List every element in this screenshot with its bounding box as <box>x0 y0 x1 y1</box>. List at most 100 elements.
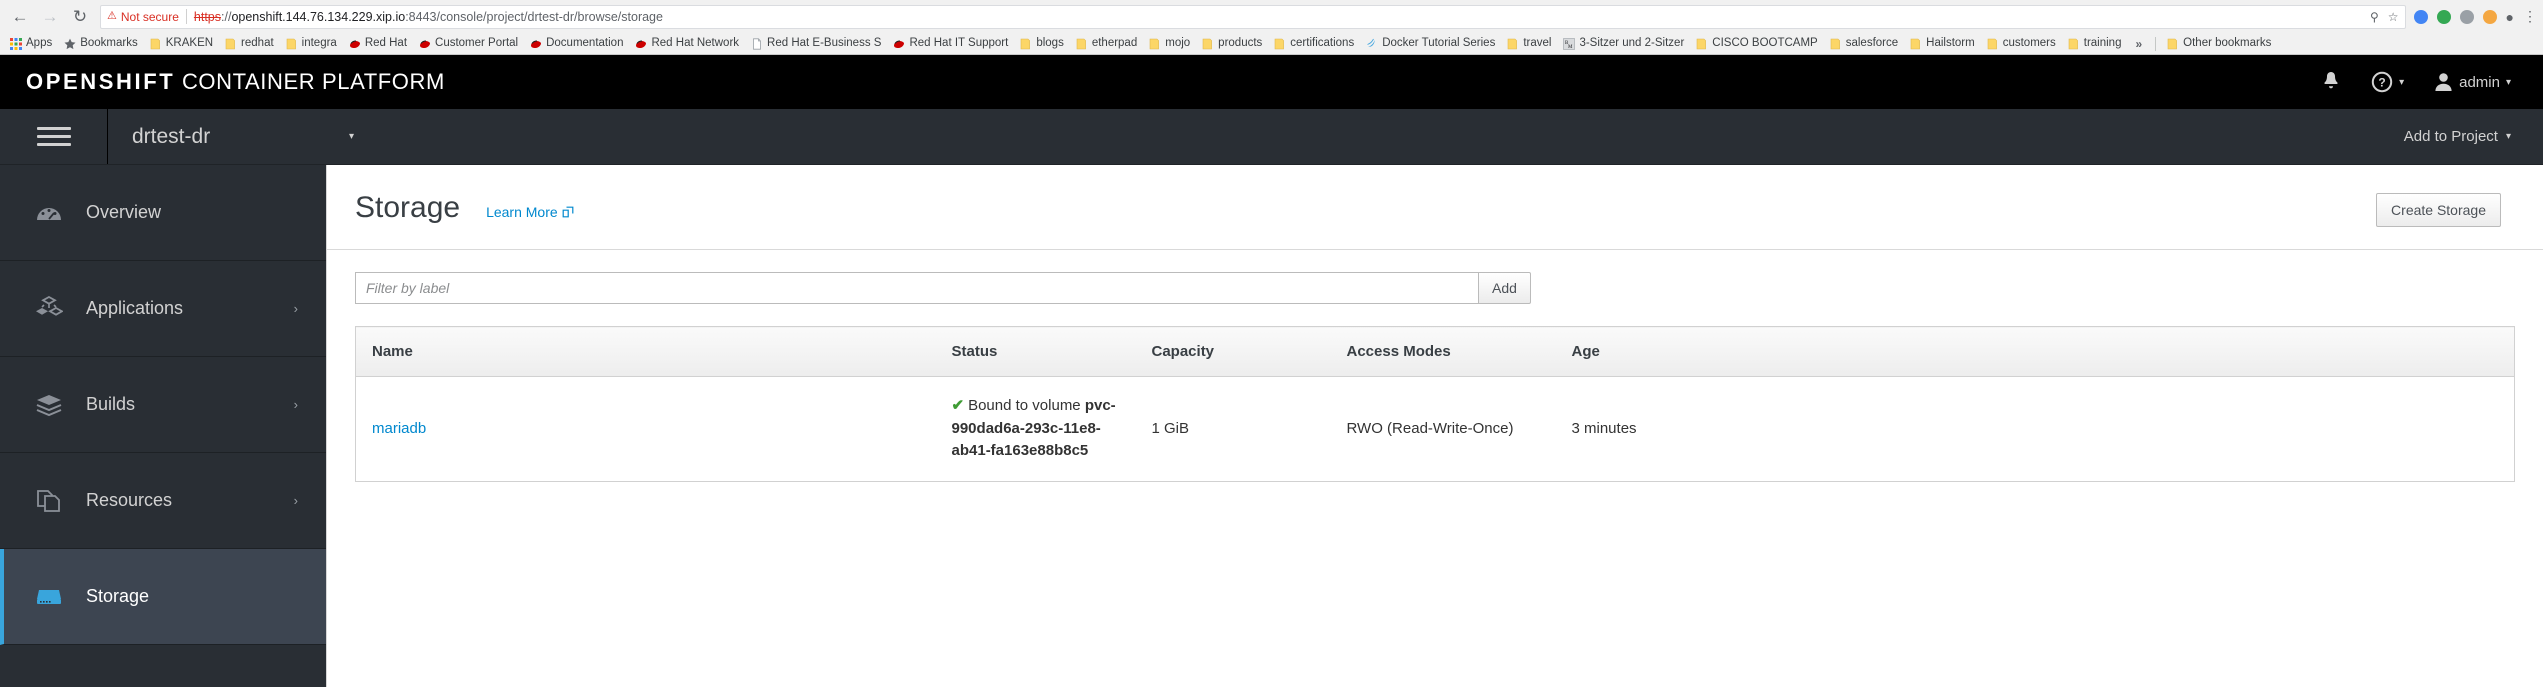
layers-icon <box>34 392 64 418</box>
bookmark-red-hat-ebusiness[interactable]: Red Hat E-Business S <box>745 34 887 53</box>
bookmark-blogs[interactable]: blogs <box>1014 34 1070 53</box>
bookmark-3-sitzer-und-2-sitzer[interactable]: BM 3-Sitzer und 2-Sitzer <box>1557 34 1690 53</box>
bookmark-other-bookmarks[interactable]: Other bookmarks <box>2161 34 2277 53</box>
chevron-down-icon: ▾ <box>2399 76 2405 88</box>
star-icon <box>64 38 76 49</box>
project-name: drtest-dr <box>132 124 211 148</box>
bookmark-kraken[interactable]: KRAKEN <box>144 34 219 53</box>
sidebar-item-resources[interactable]: Resources › <box>0 453 326 549</box>
bookmark-label: customers <box>2002 36 2056 49</box>
bookmarks-overflow-button[interactable]: » <box>2127 37 2150 51</box>
sidebar-item-overview[interactable]: Overview <box>0 165 326 261</box>
column-header-capacity[interactable]: Capacity <box>1135 326 1331 377</box>
bookmark-mojo[interactable]: mojo <box>1143 34 1196 53</box>
folder-icon <box>1696 38 1707 49</box>
folder-icon <box>1202 38 1213 49</box>
bookmark-label: Red Hat E-Business S <box>767 36 882 49</box>
bookmark-label: Documentation <box>546 36 624 49</box>
column-header-age[interactable]: Age <box>1555 326 2515 377</box>
table-body: mariadb ✔ Bound to volume pvc-990dad6a-29… <box>355 376 2515 481</box>
filter-row: Add <box>327 250 2543 304</box>
main-content: Storage Learn More Create Storage Add <box>326 165 2543 687</box>
brand-logo[interactable]: OPENSHIFT CONTAINER PLATFORM <box>26 69 445 95</box>
create-storage-button[interactable]: Create Storage <box>2376 193 2501 227</box>
address-bar[interactable]: ⚠ Not secure https://openshift.144.76.13… <box>100 4 2406 29</box>
table-header-row: Name Status Capacity Access Modes Age <box>355 326 2515 377</box>
bookmark-salesforce[interactable]: salesforce <box>1824 34 1904 53</box>
extension-icon-blue[interactable] <box>2413 9 2428 24</box>
bookmark-label: Red Hat <box>364 36 408 49</box>
folder-icon <box>1274 38 1285 49</box>
folder-icon <box>286 38 296 49</box>
bookmark-integra[interactable]: integra <box>280 34 343 53</box>
bookmark-red-hat-network[interactable]: Red Hat Network <box>629 34 745 53</box>
browser-extensions: ● ⋮ <box>2406 8 2537 25</box>
bookmark-etherpad[interactable]: etherpad <box>1070 34 1143 53</box>
pvc-name-link[interactable]: mariadb <box>372 420 426 437</box>
gauge-icon <box>34 200 64 226</box>
warning-triangle-icon: ⚠ <box>107 10 117 22</box>
back-icon[interactable]: ← <box>6 3 34 31</box>
bookmark-training[interactable]: training <box>2062 34 2128 53</box>
forward-icon[interactable]: → <box>36 3 64 31</box>
add-to-project-menu[interactable]: Add to Project ▾ <box>2404 128 2543 145</box>
bookmark-label: certifications <box>1290 36 1355 49</box>
bookmark-customers[interactable]: customers <box>1981 34 2062 53</box>
cell-capacity: 1 GiB <box>1135 376 1331 481</box>
bookmark-apps[interactable]: Apps <box>4 34 58 53</box>
browser-chrome: ← → ↻ ⚠ Not secure https://openshift.144… <box>0 0 2543 55</box>
zoom-icon[interactable]: ⚲ <box>2370 10 2379 24</box>
bookmark-bookmarks[interactable]: Bookmarks <box>58 34 144 53</box>
chevron-right-icon: › <box>293 397 298 412</box>
redhat-icon <box>531 40 542 48</box>
user-menu[interactable]: admin ▾ <box>2434 72 2511 92</box>
extension-icon-green[interactable] <box>2436 9 2451 24</box>
bookmark-hailstorm[interactable]: Hailstorm <box>1904 34 1981 53</box>
masthead-actions: ? ▾ admin ▾ <box>2321 71 2511 93</box>
sidebar-item-applications[interactable]: Applications › <box>0 261 326 357</box>
bookmark-redhat-folder[interactable]: redhat <box>219 34 280 53</box>
filter-by-label-input[interactable] <box>355 272 1478 304</box>
reload-icon[interactable]: ↻ <box>66 3 94 31</box>
bookmark-label: Hailstorm <box>1926 36 1975 49</box>
question-circle-icon: ? <box>2371 71 2393 93</box>
sidebar-item-label: Overview <box>86 202 162 222</box>
bm-letter-icon: BM <box>1563 37 1576 50</box>
column-header-name[interactable]: Name <box>355 326 936 377</box>
redhat-icon <box>636 40 647 48</box>
table-head: Name Status Capacity Access Modes Age <box>355 326 2515 377</box>
extension-icon-gray[interactable] <box>2459 9 2474 24</box>
sidebar-item-builds[interactable]: Builds › <box>0 357 326 453</box>
notifications-button[interactable] <box>2321 71 2341 93</box>
bookmark-cisco-bootcamp[interactable]: CISCO BOOTCAMP <box>1690 34 1823 53</box>
user-avatar-icon <box>2435 73 2452 91</box>
redhat-icon <box>420 40 431 48</box>
bookmark-products[interactable]: products <box>1196 34 1268 53</box>
column-header-access-modes[interactable]: Access Modes <box>1330 326 1556 377</box>
profile-avatar-icon[interactable]: ● <box>2506 9 2514 25</box>
url-host: openshift.144.76.134.229.xip.io <box>231 9 406 24</box>
learn-more-link[interactable]: Learn More <box>486 204 574 220</box>
extension-icon-orange[interactable] <box>2482 9 2497 24</box>
help-menu[interactable]: ? ▾ <box>2371 71 2404 93</box>
sidebar-item-storage[interactable]: Storage <box>0 549 326 645</box>
column-header-status[interactable]: Status <box>935 326 1136 377</box>
chevron-down-icon: ▾ <box>2505 131 2511 142</box>
bookmark-documentation[interactable]: Documentation <box>524 34 629 53</box>
apps-grid-icon <box>10 37 22 50</box>
bookmark-travel[interactable]: travel <box>1501 34 1557 53</box>
svg-text:M: M <box>1568 45 1573 50</box>
bookmark-red-hat[interactable]: Red Hat <box>343 34 413 53</box>
add-filter-button[interactable]: Add <box>1478 272 1531 304</box>
bookmark-docker-tutorial-series[interactable]: Docker Tutorial Series <box>1360 34 1501 53</box>
browser-menu-icon[interactable]: ⋮ <box>2523 8 2537 25</box>
bookmark-certifications[interactable]: certifications <box>1268 34 1360 53</box>
folder-icon <box>150 38 160 49</box>
star-icon[interactable]: ☆ <box>2388 10 2399 24</box>
bookmark-red-hat-it-support[interactable]: Red Hat IT Support <box>887 34 1014 53</box>
bookmark-customer-portal[interactable]: Customer Portal <box>413 34 524 53</box>
folder-icon <box>1987 38 1997 49</box>
project-selector[interactable]: drtest-dr ▾ <box>108 109 378 164</box>
sidebar-toggle-button[interactable] <box>0 109 108 164</box>
add-to-project-label: Add to Project <box>2403 128 2498 145</box>
